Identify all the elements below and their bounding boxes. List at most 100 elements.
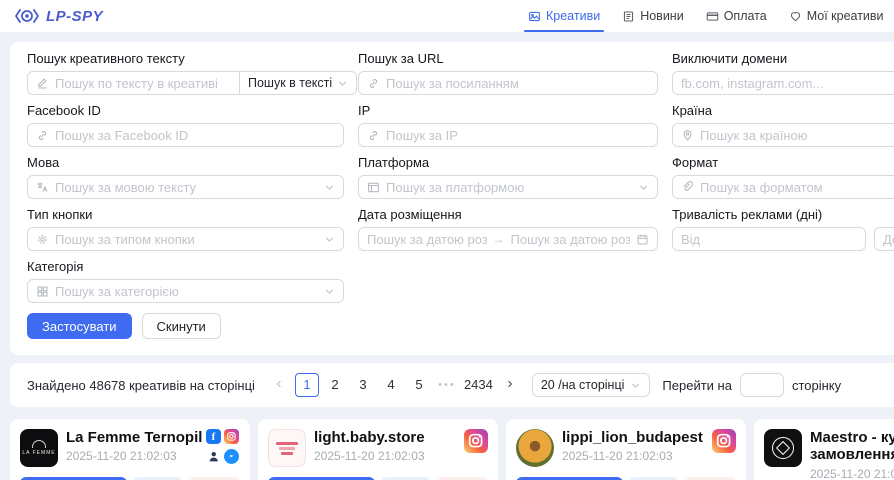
filter-label: Категорія: [27, 260, 344, 274]
creative-cards-row: LA FEMME La Femme Ternopil 2025-11-20 21…: [10, 419, 894, 480]
chevron-down-icon: [324, 182, 335, 193]
button-type-input[interactable]: [55, 232, 318, 247]
filter-label: Платформа: [358, 156, 658, 170]
goto-prefix: Перейти на: [662, 378, 732, 393]
calendar-icon: [636, 233, 649, 246]
page-button-last[interactable]: 2434: [463, 373, 494, 397]
advertiser-avatar: LA FEMME: [20, 429, 58, 467]
url-input[interactable]: [386, 76, 649, 91]
results-summary: Знайдено 48678 креативів на сторінці: [27, 378, 255, 393]
creative-text-input[interactable]: [55, 76, 231, 91]
nav-item-my-creatives[interactable]: Мої креативи: [789, 0, 884, 32]
instagram-icon: [464, 429, 488, 453]
creative-card: LA FEMME La Femme Ternopil 2025-11-20 21…: [10, 419, 250, 480]
network-badges: f: [206, 429, 240, 467]
chevron-down-icon: [324, 234, 335, 245]
filter-label: Дата розміщення: [358, 208, 658, 222]
goto-page-input[interactable]: [740, 373, 784, 397]
credit-card-icon: [706, 10, 719, 23]
chevron-left-icon: [274, 379, 284, 389]
chevron-down-icon: [630, 380, 641, 391]
range-arrow: →: [493, 232, 505, 246]
category-input[interactable]: [55, 284, 318, 299]
duration-from-input[interactable]: [681, 232, 857, 247]
platform-input[interactable]: [386, 180, 632, 195]
page-button-2[interactable]: 2: [323, 373, 347, 397]
network-badges: [712, 429, 736, 467]
exclude-domains-input[interactable]: [681, 76, 894, 91]
platform-icon: [367, 181, 380, 194]
language-select[interactable]: [27, 175, 344, 199]
instagram-icon: [224, 429, 239, 444]
page-button-5[interactable]: 5: [407, 373, 431, 397]
date-start-input[interactable]: [367, 232, 487, 247]
advertiser-avatar: [764, 429, 802, 467]
page-button-3[interactable]: 3: [351, 373, 375, 397]
chevron-down-icon: [638, 182, 649, 193]
advertiser-name: Maestro - кухні, ме замовлення в Ужг: [810, 429, 894, 464]
news-icon: [622, 10, 635, 23]
date-end-input[interactable]: [511, 232, 631, 247]
filter-label: Країна: [672, 104, 894, 118]
chevron-right-icon: [505, 379, 515, 389]
brand-logo[interactable]: LP-SPY: [14, 7, 103, 25]
category-select[interactable]: [27, 279, 344, 303]
filter-label: Формат: [672, 156, 894, 170]
filter-format: Формат: [672, 156, 894, 199]
reset-button[interactable]: Скинути: [142, 313, 221, 339]
goto-suffix: сторінку: [792, 378, 841, 393]
filter-duration: Тривалість реклами (дні): [672, 208, 894, 251]
format-select[interactable]: [672, 175, 894, 199]
date-range-picker[interactable]: →: [358, 227, 658, 251]
filter-ip: IP: [358, 104, 658, 147]
main-nav: Креативи Новини Оплата Мої креативи FAQ: [528, 0, 894, 32]
page-button-4[interactable]: 4: [379, 373, 403, 397]
instagram-icon: [712, 429, 736, 453]
paperclip-icon: [681, 181, 694, 194]
language-input[interactable]: [55, 180, 318, 195]
advertiser-name: La Femme Ternopil: [66, 429, 198, 446]
ip-input[interactable]: [386, 128, 649, 143]
filter-button-type: Тип кнопки: [27, 208, 344, 251]
duration-to-input[interactable]: [883, 232, 894, 247]
link-icon: [367, 129, 380, 142]
button-type-select[interactable]: [27, 227, 344, 251]
filter-creative-text: Пошук креативного тексту Пошук в тексті: [27, 52, 344, 95]
picture-icon: [528, 10, 541, 23]
page: LP-SPY Креативи Новини Оплата Мої креати…: [0, 0, 894, 480]
nav-item-news[interactable]: Новини: [622, 0, 684, 32]
creative-date: 2025-11-20 21:02:03: [314, 449, 456, 463]
platform-select[interactable]: [358, 175, 658, 199]
pagination: 1 2 3 4 5 ••• 2434: [267, 373, 522, 397]
pagination-prev[interactable]: [267, 373, 291, 397]
pagination-ellipsis[interactable]: •••: [435, 373, 459, 397]
filter-label: Facebook ID: [27, 104, 344, 118]
country-input[interactable]: [700, 128, 894, 143]
text-search-mode-select[interactable]: Пошук в тексті: [240, 71, 357, 95]
filter-exclude-domains: Виключити домени: [672, 52, 894, 95]
filter-language: Мова: [27, 156, 344, 199]
creative-date: 2025-11-20 21:02:03: [66, 449, 198, 463]
page-size-select[interactable]: 20 /на сторінці: [532, 373, 651, 397]
page-button-1[interactable]: 1: [295, 373, 319, 397]
pencil-icon: [36, 77, 49, 90]
heart-icon: [789, 10, 802, 23]
chevron-down-icon: [324, 286, 335, 297]
nav-item-creatives[interactable]: Креативи: [528, 0, 600, 32]
format-input[interactable]: [700, 180, 894, 195]
pagination-next[interactable]: [498, 373, 522, 397]
nav-item-payment[interactable]: Оплата: [706, 0, 767, 32]
creative-date: 2025-11-20 21:02:03: [562, 449, 704, 463]
filter-label: Тип кнопки: [27, 208, 344, 222]
filter-panel: Пошук креативного тексту Пошук в тексті …: [10, 42, 894, 355]
filter-category: Категорія: [27, 260, 344, 303]
translate-icon: [36, 181, 49, 194]
apply-button[interactable]: Застосувати: [27, 313, 132, 339]
filter-label: IP: [358, 104, 658, 118]
goto-page: Перейти на сторінку: [662, 373, 841, 397]
facebook-id-input[interactable]: [55, 128, 335, 143]
advertiser-avatar: [516, 429, 554, 467]
messenger-icon: [224, 449, 239, 464]
results-bar: Знайдено 48678 креативів на сторінці 1 2…: [10, 363, 894, 407]
brand-name: LP-SPY: [46, 8, 103, 25]
